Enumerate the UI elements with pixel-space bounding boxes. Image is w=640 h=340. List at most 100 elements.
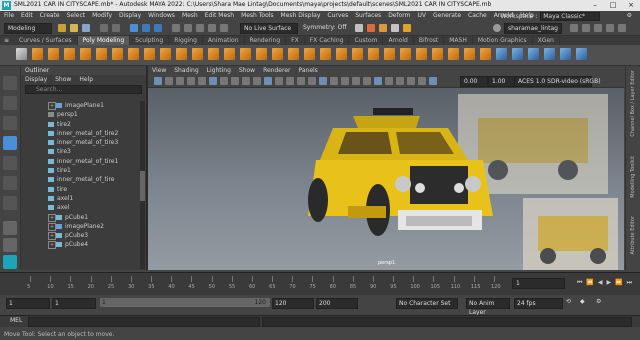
outliner-item[interactable]: + imagePlane1 bbox=[21, 101, 139, 110]
grid-icon[interactable] bbox=[209, 77, 217, 85]
poly-sphere-icon[interactable] bbox=[16, 48, 27, 60]
poly-cone-icon[interactable] bbox=[64, 48, 75, 60]
auto-key-icon[interactable]: ◆ bbox=[580, 298, 585, 305]
poke-icon[interactable] bbox=[464, 48, 475, 60]
layout-single-icon[interactable] bbox=[3, 221, 17, 235]
menu-file[interactable]: File bbox=[4, 12, 14, 19]
shelf-tab-mash[interactable]: MASH bbox=[444, 36, 473, 45]
live-surface-field[interactable]: No Live Surface bbox=[240, 23, 298, 34]
menu-mesh-display[interactable]: Mesh Display bbox=[281, 12, 321, 19]
isolate-select-icon[interactable] bbox=[396, 77, 404, 85]
fps-select[interactable]: 24 fps bbox=[514, 298, 563, 309]
menu-select[interactable]: Select bbox=[67, 12, 86, 19]
user-account-select[interactable]: sharamae_lintag bbox=[504, 23, 562, 34]
menu-display[interactable]: Display bbox=[119, 12, 141, 19]
channel-box-tab[interactable]: Channel Box / Layer Editor bbox=[630, 70, 636, 137]
outliner-item[interactable]: + pCube4 bbox=[21, 240, 139, 250]
poly-pipe-icon[interactable] bbox=[176, 48, 187, 60]
sidebar-toggle-icon[interactable] bbox=[570, 24, 578, 32]
modelling-toolkit-tab[interactable]: Modelling Toolkit bbox=[630, 156, 636, 198]
anim-end-field[interactable]: 200 bbox=[316, 298, 358, 309]
symmetry-setting[interactable]: Symmetry: Off bbox=[300, 23, 346, 32]
render-current-icon[interactable] bbox=[355, 24, 363, 32]
close-icon[interactable]: × bbox=[622, 0, 640, 11]
colorspace-select[interactable]: ACES 1.0 SDR-video (sRGB) bbox=[514, 76, 601, 87]
go-to-end-icon[interactable]: ⏭ bbox=[627, 279, 632, 287]
shelf-tab-animation[interactable]: Animation bbox=[203, 36, 245, 45]
field-chart-icon[interactable] bbox=[253, 77, 261, 85]
anti-aliasing-icon[interactable] bbox=[374, 77, 382, 85]
snap-point-icon[interactable] bbox=[196, 24, 204, 32]
poly-cylinder-icon[interactable] bbox=[48, 48, 59, 60]
shelf-tab-motion-graphics[interactable]: Motion Graphics bbox=[473, 36, 533, 45]
menu-deform[interactable]: Deform bbox=[388, 12, 410, 19]
render-settings-icon[interactable] bbox=[379, 24, 387, 32]
outliner-item[interactable]: tire3 bbox=[21, 147, 139, 156]
multi-cut-icon[interactable] bbox=[416, 48, 427, 60]
menu-generate[interactable]: Generate bbox=[433, 12, 461, 19]
outliner-menu-display[interactable]: Display bbox=[25, 75, 47, 84]
attribute-editor-tab[interactable]: Attribute Editor bbox=[630, 216, 636, 254]
outliner-scroll-thumb[interactable] bbox=[140, 171, 145, 201]
shelf-tab-rendering[interactable]: Rendering bbox=[245, 36, 287, 45]
depth-of-field-icon[interactable] bbox=[385, 77, 393, 85]
character-set-select[interactable]: No Character Set bbox=[396, 298, 458, 309]
wireframe-icon[interactable] bbox=[286, 77, 294, 85]
wedge-icon[interactable] bbox=[480, 48, 491, 60]
select-object-icon[interactable] bbox=[142, 24, 150, 32]
outliner-item[interactable]: + pCube3 bbox=[21, 231, 139, 241]
insert-edge-loop-icon[interactable] bbox=[432, 48, 443, 60]
lock-camera-icon[interactable] bbox=[165, 77, 173, 85]
select-hierarchy-icon[interactable] bbox=[130, 24, 138, 32]
outliner-item[interactable]: inner_metal_of_tire bbox=[21, 175, 139, 184]
undo-icon[interactable] bbox=[100, 24, 108, 32]
open-scene-icon[interactable] bbox=[70, 24, 78, 32]
auto-map-icon[interactable] bbox=[528, 48, 539, 60]
menu-cache[interactable]: Cache bbox=[468, 12, 487, 19]
gamma-field[interactable]: 1.00 bbox=[488, 76, 516, 87]
shadows-icon[interactable] bbox=[341, 77, 349, 85]
viewport-menu-renderer[interactable]: Renderer bbox=[263, 66, 290, 75]
film-gate-icon[interactable] bbox=[220, 77, 228, 85]
shelf-tab-xgen[interactable]: XGen bbox=[533, 36, 560, 45]
arnold-render-icon[interactable] bbox=[403, 24, 411, 32]
paint-select-icon[interactable] bbox=[3, 116, 17, 130]
layout-uv-icon[interactable] bbox=[576, 48, 587, 60]
image-plane-toggle-icon[interactable] bbox=[198, 77, 206, 85]
exposure-field[interactable]: 0.00 bbox=[460, 76, 488, 87]
range-slider[interactable]: 1 120 bbox=[100, 298, 270, 307]
loop-icon[interactable]: ⟲ bbox=[566, 298, 571, 305]
platonic-icon[interactable] bbox=[128, 48, 139, 60]
bevel-icon[interactable] bbox=[352, 48, 363, 60]
xray-joints-icon[interactable] bbox=[418, 77, 426, 85]
outliner-scrollbar[interactable] bbox=[140, 101, 145, 269]
shelf-menu-icon[interactable]: ≡ bbox=[4, 36, 9, 45]
extrude-icon[interactable] bbox=[320, 48, 331, 60]
tool-settings-icon[interactable] bbox=[606, 24, 614, 32]
resolution-gate-icon[interactable] bbox=[231, 77, 239, 85]
expand-icon[interactable]: + bbox=[48, 213, 56, 222]
outliner-item[interactable]: axel1 bbox=[21, 194, 139, 203]
maximize-icon[interactable]: □ bbox=[604, 0, 622, 11]
end-frame-field[interactable]: 120 bbox=[272, 298, 314, 309]
shelf-tab-rigging[interactable]: Rigging bbox=[169, 36, 203, 45]
poly-cube-icon[interactable] bbox=[32, 48, 43, 60]
outliner-item[interactable]: + pCube1 bbox=[21, 213, 139, 222]
viewport-menu-view[interactable]: View bbox=[152, 66, 166, 75]
poly-prism-icon[interactable] bbox=[160, 48, 171, 60]
redo-icon[interactable] bbox=[112, 24, 120, 32]
smooth-icon[interactable] bbox=[272, 48, 283, 60]
outliner-item[interactable]: tire bbox=[21, 185, 139, 194]
expand-icon[interactable]: + bbox=[48, 241, 56, 250]
poly-pyramid-icon[interactable] bbox=[144, 48, 155, 60]
smooth-shade-icon[interactable] bbox=[297, 77, 305, 85]
shelf-tab-fx-caching[interactable]: FX Caching bbox=[305, 36, 350, 45]
bookmarks-icon[interactable] bbox=[187, 77, 195, 85]
boolean-icon[interactable] bbox=[288, 48, 299, 60]
menu-uv[interactable]: UV bbox=[418, 12, 427, 19]
menuset-select[interactable]: Modeling bbox=[4, 23, 52, 34]
last-tool-icon[interactable] bbox=[3, 196, 17, 210]
modeling-toolkit-icon[interactable] bbox=[618, 24, 626, 32]
maya-m-icon[interactable] bbox=[3, 255, 17, 269]
outliner-search-input[interactable]: Search... bbox=[25, 85, 142, 94]
